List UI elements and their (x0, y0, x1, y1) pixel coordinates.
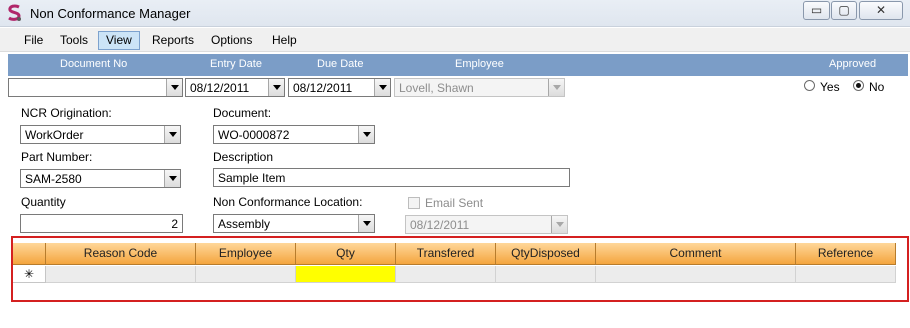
chevron-down-icon (548, 79, 564, 96)
column-transfered[interactable]: Transfered (396, 243, 496, 265)
column-reason-code[interactable]: Reason Code (46, 243, 196, 265)
part-number-value: SAM-2580 (25, 172, 82, 186)
part-number-combo[interactable]: SAM-2580 (20, 169, 181, 188)
quantity-input[interactable]: 2 (20, 214, 183, 233)
app-logo-icon (8, 4, 21, 21)
location-label: Non Conformance Location: (213, 195, 363, 209)
cell-employee[interactable] (196, 266, 296, 283)
due-date-value: 08/12/2011 (293, 81, 353, 95)
chevron-down-icon[interactable] (164, 170, 180, 187)
approved-no-label: No (869, 80, 885, 94)
menu-file[interactable]: File (16, 31, 51, 50)
chevron-down-icon (551, 216, 567, 233)
menu-bar: File Tools View Reports Options Help (0, 28, 910, 52)
approved-no-radio[interactable] (853, 80, 864, 91)
column-qty[interactable]: Qty (296, 243, 396, 265)
description-label: Description (213, 150, 274, 164)
document-combo[interactable]: WO-0000872 (213, 125, 375, 144)
header-band: Document No Entry Date Due Date Employee… (8, 54, 908, 76)
description-value: Sample Item (218, 171, 286, 185)
email-sent-label: Email Sent (425, 196, 484, 210)
ncr-origination-label: NCR Origination: (21, 106, 112, 120)
employee-combo: Lovell, Shawn (394, 78, 565, 97)
header-employee: Employee (455, 58, 504, 70)
window-title: Non Conformance Manager (30, 6, 191, 21)
close-button[interactable]: ✕ (859, 1, 903, 20)
menu-help[interactable]: Help (264, 31, 305, 50)
employee-value: Lovell, Shawn (399, 81, 474, 95)
ncr-origination-value: WorkOrder (25, 128, 84, 142)
header-document-no: Document No (60, 58, 128, 70)
due-date-picker[interactable]: 08/12/2011 (288, 78, 391, 97)
chevron-down-icon[interactable] (358, 215, 374, 232)
title-bar: Non Conformance Manager ▭ ▢ ✕ (0, 0, 910, 27)
chevron-down-icon[interactable] (374, 79, 390, 96)
ncr-origination-combo[interactable]: WorkOrder (20, 125, 181, 144)
maximize-icon: ▢ (838, 3, 850, 17)
approved-yes-label: Yes (820, 80, 840, 94)
menu-tools[interactable]: Tools (52, 31, 96, 50)
email-date-picker: 08/12/2011 (405, 215, 568, 234)
minimize-button[interactable]: ▭ (803, 1, 830, 20)
part-number-label: Part Number: (21, 150, 93, 164)
cell-transfered[interactable] (396, 266, 496, 283)
close-icon: ✕ (875, 3, 887, 17)
header-entry-date: Entry Date (210, 58, 262, 70)
cell-reference[interactable] (796, 266, 896, 283)
chevron-down-icon[interactable] (166, 79, 182, 96)
maximize-button[interactable]: ▢ (831, 1, 857, 20)
document-label: Document: (213, 106, 272, 120)
quantity-label: Quantity (21, 195, 66, 209)
approved-yes-radio[interactable] (804, 80, 815, 91)
description-input[interactable]: Sample Item (213, 168, 570, 187)
new-row-indicator[interactable]: ✳ (13, 266, 46, 283)
header-due-date: Due Date (317, 58, 364, 70)
cell-comment[interactable] (596, 266, 796, 283)
email-sent-checkbox (408, 197, 420, 209)
minimize-icon: ▭ (810, 3, 823, 17)
column-qty-disposed[interactable]: QtyDisposed (496, 243, 596, 265)
menu-options[interactable]: Options (203, 31, 260, 50)
document-no-combo[interactable] (8, 78, 183, 97)
cell-qty-disposed[interactable] (496, 266, 596, 283)
email-date-value: 08/12/2011 (410, 218, 470, 232)
location-combo[interactable]: Assembly (213, 214, 375, 233)
cell-qty[interactable] (296, 266, 396, 283)
menu-view[interactable]: View (98, 31, 140, 50)
header-approved: Approved (829, 58, 877, 70)
chevron-down-icon[interactable] (268, 79, 284, 96)
chevron-down-icon[interactable] (164, 126, 180, 143)
grid-corner (13, 243, 46, 265)
column-comment[interactable]: Comment (596, 243, 796, 265)
chevron-down-icon[interactable] (358, 126, 374, 143)
cell-reason-code[interactable] (46, 266, 196, 283)
column-employee[interactable]: Employee (196, 243, 296, 265)
quantity-value: 2 (171, 217, 178, 231)
location-value: Assembly (218, 217, 271, 231)
menu-reports[interactable]: Reports (144, 31, 202, 50)
column-reference[interactable]: Reference (796, 243, 896, 265)
document-value: WO-0000872 (218, 128, 290, 142)
entry-date-picker[interactable]: 08/12/2011 (185, 78, 285, 97)
entry-date-value: 08/12/2011 (190, 81, 250, 95)
